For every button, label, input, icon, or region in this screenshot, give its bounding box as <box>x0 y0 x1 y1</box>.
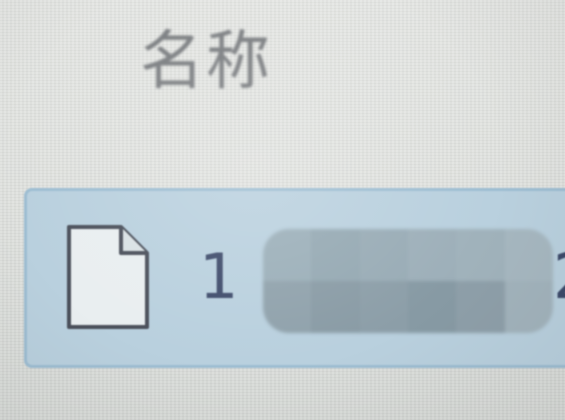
file-name-trailing-text: 2 <box>553 237 565 317</box>
document-icon <box>67 225 149 329</box>
column-header-name[interactable]: 名称 <box>140 22 272 102</box>
file-name-redaction-blur <box>263 229 553 333</box>
file-list-row-selected[interactable]: 1 2 <box>24 188 565 368</box>
file-name-text[interactable]: 1 <box>199 237 238 317</box>
